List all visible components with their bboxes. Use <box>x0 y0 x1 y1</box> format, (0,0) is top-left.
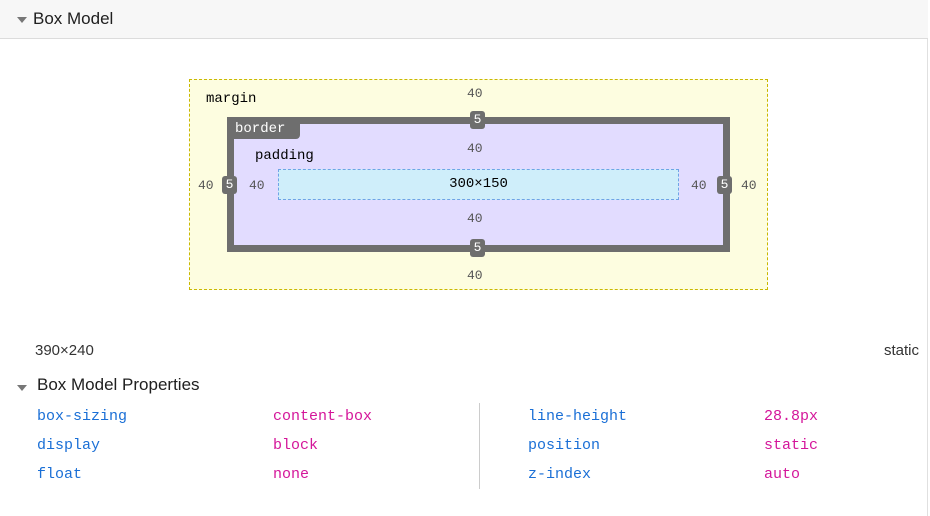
padding-top-value[interactable]: 40 <box>467 141 483 156</box>
box-model-title: Box Model <box>33 9 114 28</box>
property-name: position <box>528 437 601 454</box>
property-value[interactable]: content-box <box>273 408 372 425</box>
margin-top-value[interactable]: 40 <box>467 86 483 101</box>
content-size-value[interactable]: 300×150 <box>278 176 679 192</box>
element-position: static <box>883 342 919 359</box>
margin-label: margin <box>206 91 257 107</box>
margin-bottom-value[interactable]: 40 <box>467 268 483 283</box>
property-value[interactable]: auto <box>764 466 800 483</box>
property-value[interactable]: static <box>764 437 818 454</box>
property-value[interactable]: none <box>273 466 309 483</box>
padding-label: padding <box>255 148 314 164</box>
property-name: z-index <box>528 466 592 483</box>
property-name: display <box>37 437 101 454</box>
properties-divider <box>479 403 480 489</box>
border-bottom-value[interactable]: 5 <box>470 239 485 257</box>
box-model-panel: Box Model margin 40 40 40 40 border 5 5 … <box>0 0 928 516</box>
properties-collapse-icon[interactable] <box>17 385 27 391</box>
property-name: float <box>37 466 83 483</box>
property-name: box-sizing <box>37 408 128 425</box>
properties-title[interactable]: Box Model Properties <box>37 375 200 395</box>
padding-left-value[interactable]: 40 <box>249 178 265 193</box>
property-name: line-height <box>528 408 628 425</box>
margin-right-value[interactable]: 40 <box>741 178 757 193</box>
border-right-value[interactable]: 5 <box>717 176 732 194</box>
element-dimensions: 390×240 <box>35 342 94 359</box>
property-value[interactable]: 28.8px <box>764 408 818 425</box>
property-value[interactable]: block <box>273 437 318 454</box>
collapse-triangle-icon[interactable] <box>17 17 27 23</box>
border-label: border <box>229 119 300 139</box>
padding-bottom-value[interactable]: 40 <box>467 211 483 226</box>
box-model-header[interactable]: Box Model <box>0 0 928 39</box>
margin-left-value[interactable]: 40 <box>198 178 214 193</box>
padding-right-value[interactable]: 40 <box>691 178 707 193</box>
border-top-value[interactable]: 5 <box>470 111 485 129</box>
border-left-value[interactable]: 5 <box>222 176 237 194</box>
